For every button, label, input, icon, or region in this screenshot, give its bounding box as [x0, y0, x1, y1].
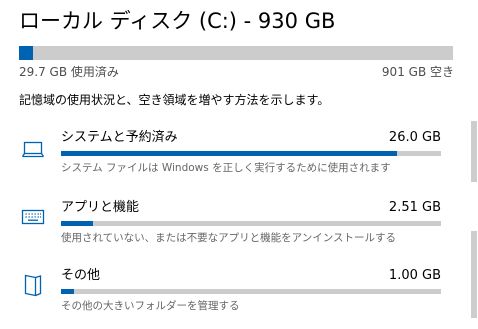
category-name: システムと予約済み	[61, 130, 178, 145]
keyboard-icon	[21, 205, 45, 229]
scrollbar-track-segment	[471, 231, 477, 318]
scrollbar-thumb[interactable]	[471, 121, 477, 182]
laptop-icon	[21, 138, 45, 162]
free-space-label: 901 GB 空き	[381, 65, 454, 79]
document-icon	[21, 273, 45, 297]
category-name: その他	[61, 268, 101, 283]
category-apps-features[interactable]: アプリと機能 2.51 GB 使用されていない、または不要なアプリと機能をアンイ…	[0, 199, 478, 261]
category-usage-bar	[61, 289, 441, 294]
category-usage-fill	[61, 289, 74, 294]
category-usage-fill	[61, 151, 398, 156]
category-name: アプリと機能	[61, 200, 140, 215]
category-system-reserved[interactable]: システムと予約済み 26.0 GB システム ファイルは Windows を正し…	[0, 129, 478, 191]
category-description: その他の大きいフォルダーを管理する	[61, 300, 240, 312]
category-usage-bar	[61, 151, 441, 156]
storage-description: 記憶域の使用状況と、空き領域を増やす方法を示します。	[19, 93, 330, 107]
drive-usage-bar	[19, 46, 453, 60]
category-size: 1.00 GB	[388, 268, 441, 283]
category-size: 26.0 GB	[388, 130, 441, 145]
category-usage-fill	[61, 221, 94, 226]
drive-usage-fill	[19, 46, 33, 60]
category-description: システム ファイルは Windows を正しく実行するために使用されます	[61, 162, 391, 174]
category-other[interactable]: その他 1.00 GB その他の大きいフォルダーを管理する	[0, 267, 478, 329]
used-space-label: 29.7 GB 使用済み	[19, 65, 119, 79]
category-size: 2.51 GB	[388, 200, 441, 215]
category-usage-bar	[61, 221, 441, 226]
category-description: 使用されていない、または不要なアプリと機能をアンインストールする	[61, 232, 397, 244]
page-title: ローカル ディスク (C:) - 930 GB	[19, 9, 336, 33]
vertical-scrollbar[interactable]	[471, 121, 478, 318]
